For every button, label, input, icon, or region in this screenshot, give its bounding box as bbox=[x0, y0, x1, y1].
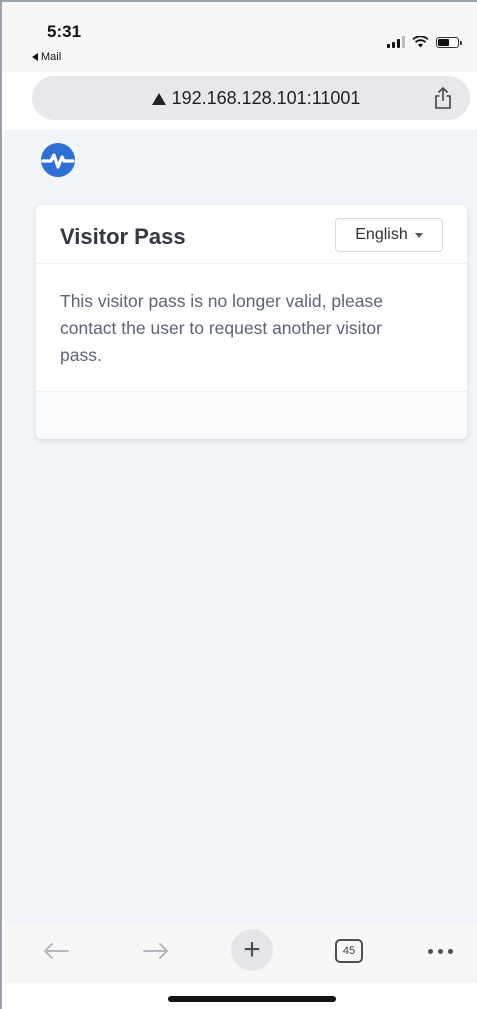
cellular-signal-icon bbox=[387, 36, 405, 48]
chevron-down-icon bbox=[414, 232, 423, 238]
tabs-button[interactable]: 45 bbox=[333, 931, 365, 971]
language-select[interactable]: English bbox=[335, 218, 443, 252]
url-text: 192.168.128.101:11001 bbox=[171, 88, 361, 108]
back-to-app-link[interactable]: Mail bbox=[32, 51, 61, 63]
card-footer bbox=[36, 392, 467, 439]
warning-triangle-icon bbox=[151, 93, 166, 105]
arrow-right-icon bbox=[143, 943, 168, 959]
share-icon[interactable] bbox=[432, 86, 454, 110]
arrow-left-icon bbox=[44, 943, 69, 959]
ellipsis-icon bbox=[427, 948, 453, 954]
phone-screen: 5:31 Mail 192.168.128.101:11001 Visitor … bbox=[0, 0, 477, 1009]
clock-time: 5:31 bbox=[47, 22, 82, 41]
card-title: Visitor Pass bbox=[60, 224, 186, 249]
browser-toolbar: + 45 bbox=[4, 923, 477, 983]
back-app-label: Mail bbox=[41, 51, 62, 63]
visitor-pass-card: Visitor Pass English This visitor pass i… bbox=[36, 205, 467, 439]
more-options-button[interactable] bbox=[422, 931, 458, 971]
heartbeat-circle-logo bbox=[41, 143, 75, 177]
back-caret-icon bbox=[32, 53, 38, 61]
invalid-pass-message: This visitor pass is no longer valid, pl… bbox=[60, 291, 383, 365]
wifi-icon bbox=[412, 36, 429, 48]
home-indicator[interactable] bbox=[168, 996, 336, 1002]
card-body: This visitor pass is no longer valid, pl… bbox=[36, 264, 467, 392]
card-header: Visitor Pass English bbox=[36, 205, 467, 264]
tabs-count: 45 bbox=[335, 939, 363, 963]
plus-icon: + bbox=[243, 933, 261, 966]
battery-icon bbox=[436, 37, 462, 48]
new-tab-button[interactable]: + bbox=[231, 929, 273, 971]
language-select-value: English bbox=[355, 226, 408, 243]
status-icons bbox=[387, 36, 462, 48]
address-bar[interactable]: 192.168.128.101:11001 bbox=[32, 76, 470, 120]
forward-button[interactable] bbox=[138, 931, 174, 971]
status-bar: 5:31 Mail bbox=[2, 2, 477, 72]
back-button[interactable] bbox=[38, 931, 74, 971]
